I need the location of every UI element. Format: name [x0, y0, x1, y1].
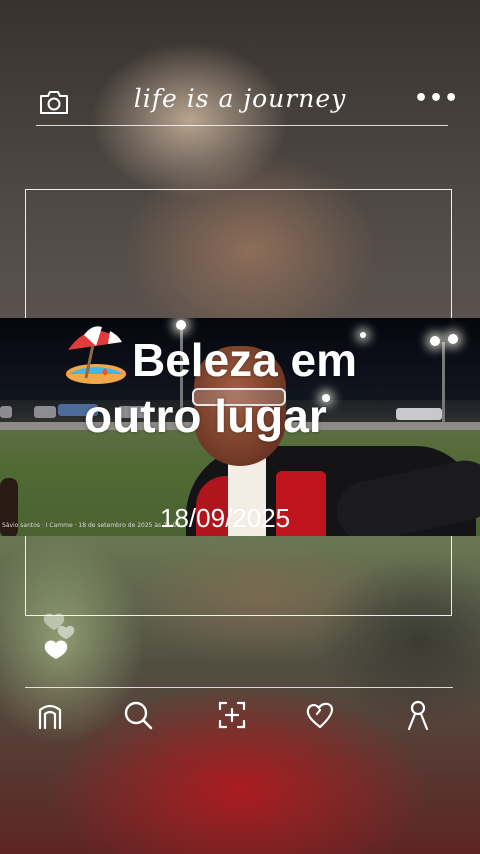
beach-umbrella-emoji-icon: [62, 322, 128, 386]
headline-line-1: Beleza em: [132, 334, 358, 386]
profile-icon[interactable]: [398, 695, 438, 735]
parked-car: [0, 406, 12, 418]
header-divider: [36, 125, 448, 126]
home-icon[interactable]: [30, 695, 70, 735]
more-dots-icon[interactable]: •••: [414, 86, 459, 111]
header-title: life is a journey: [133, 84, 347, 113]
heart-icon[interactable]: [300, 695, 340, 735]
photo-caption: Sávio santos · I Camme · 18 de setembro …: [2, 522, 181, 529]
parked-car: [34, 406, 56, 418]
top-bar: life is a journey •••: [0, 80, 480, 126]
post-headline: Beleza em outro lugar: [62, 322, 442, 444]
post-date: 18/09/2025: [160, 503, 291, 533]
hearts-icon[interactable]: [38, 610, 82, 670]
headline-line-2: outro lugar: [84, 390, 327, 442]
search-icon[interactable]: [118, 695, 158, 735]
add-frame-icon[interactable]: [212, 695, 252, 735]
bottom-nav: [0, 695, 480, 741]
nav-divider: [25, 687, 453, 688]
